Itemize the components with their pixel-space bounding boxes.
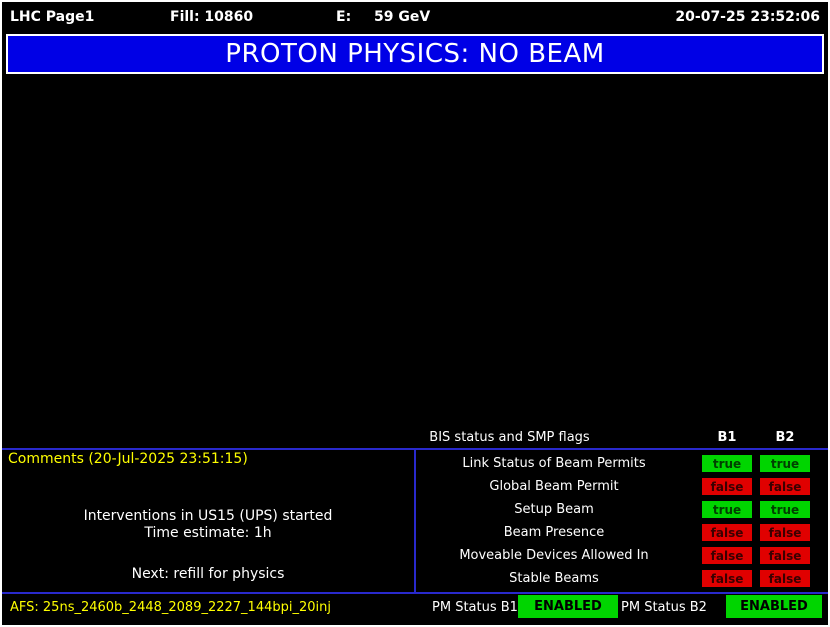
fill-number: Fill: 10860 — [170, 9, 253, 25]
flag-row: Beam Presence false false — [414, 521, 810, 544]
flag-value-b1: false — [702, 524, 752, 541]
flag-value-b2: true — [760, 455, 810, 472]
flag-row: Stable Beams false false — [414, 567, 810, 590]
energy-label: E: — [336, 9, 351, 25]
flag-value-b1: false — [702, 478, 752, 495]
pm-status-b2-label: PM Status B2 — [621, 600, 707, 615]
flag-value-b1: true — [702, 455, 752, 472]
flag-value-b2: false — [760, 547, 810, 564]
lhc-page1-screen: LHC Page1 Fill: 10860 E: 59 GeV 20-07-25… — [0, 0, 830, 627]
comment-line: Interventions in US15 (UPS) started — [2, 508, 414, 524]
plot-area — [6, 78, 824, 426]
page-title: LHC Page1 — [10, 9, 94, 25]
top-header-bar: LHC Page1 Fill: 10860 E: 59 GeV 20-07-25… — [8, 6, 822, 30]
flag-label: Setup Beam — [414, 502, 694, 517]
pm-status-b2-value: ENABLED — [726, 595, 822, 618]
comment-line: Time estimate: 1h — [2, 525, 414, 541]
flag-label: Moveable Devices Allowed In — [414, 548, 694, 563]
flag-row: Global Beam Permit false false — [414, 475, 810, 498]
comments-title: Comments (20-Jul-2025 23:51:15) — [8, 451, 248, 467]
afs-scheme: AFS: 25ns_2460b_2448_2089_2227_144bpi_20… — [10, 600, 331, 615]
pm-status-b1-label: PM Status B1 — [432, 600, 518, 615]
comment-line: Next: refill for physics — [2, 566, 414, 582]
flag-label: Link Status of Beam Permits — [414, 456, 694, 471]
flag-label: Beam Presence — [414, 525, 694, 540]
flag-value-b1: true — [702, 501, 752, 518]
column-header-b1: B1 — [702, 430, 752, 445]
flag-value-b1: false — [702, 570, 752, 587]
column-header-b2: B2 — [760, 430, 810, 445]
flag-label: Global Beam Permit — [414, 479, 694, 494]
bis-header-row: BIS status and SMP flags B1 B2 — [2, 430, 828, 448]
flag-value-b2: false — [760, 524, 810, 541]
flag-value-b2: false — [760, 570, 810, 587]
flag-label: Stable Beams — [414, 571, 694, 586]
flag-row: Link Status of Beam Permits true true — [414, 452, 810, 475]
flag-row: Moveable Devices Allowed In false false — [414, 544, 810, 567]
pm-status-b1-value: ENABLED — [518, 595, 618, 618]
footer-bar: AFS: 25ns_2460b_2448_2089_2227_144bpi_20… — [2, 594, 828, 623]
beam-mode-text: PROTON PHYSICS: NO BEAM — [225, 39, 604, 69]
flag-value-b1: false — [702, 547, 752, 564]
flag-value-b2: true — [760, 501, 810, 518]
flag-row: Setup Beam true true — [414, 498, 810, 521]
datetime: 20-07-25 23:52:06 — [675, 9, 820, 25]
energy-value: 59 GeV — [374, 9, 430, 25]
flag-value-b2: false — [760, 478, 810, 495]
bis-title: BIS status and SMP flags — [417, 430, 602, 445]
beam-mode-banner: PROTON PHYSICS: NO BEAM — [6, 34, 824, 74]
